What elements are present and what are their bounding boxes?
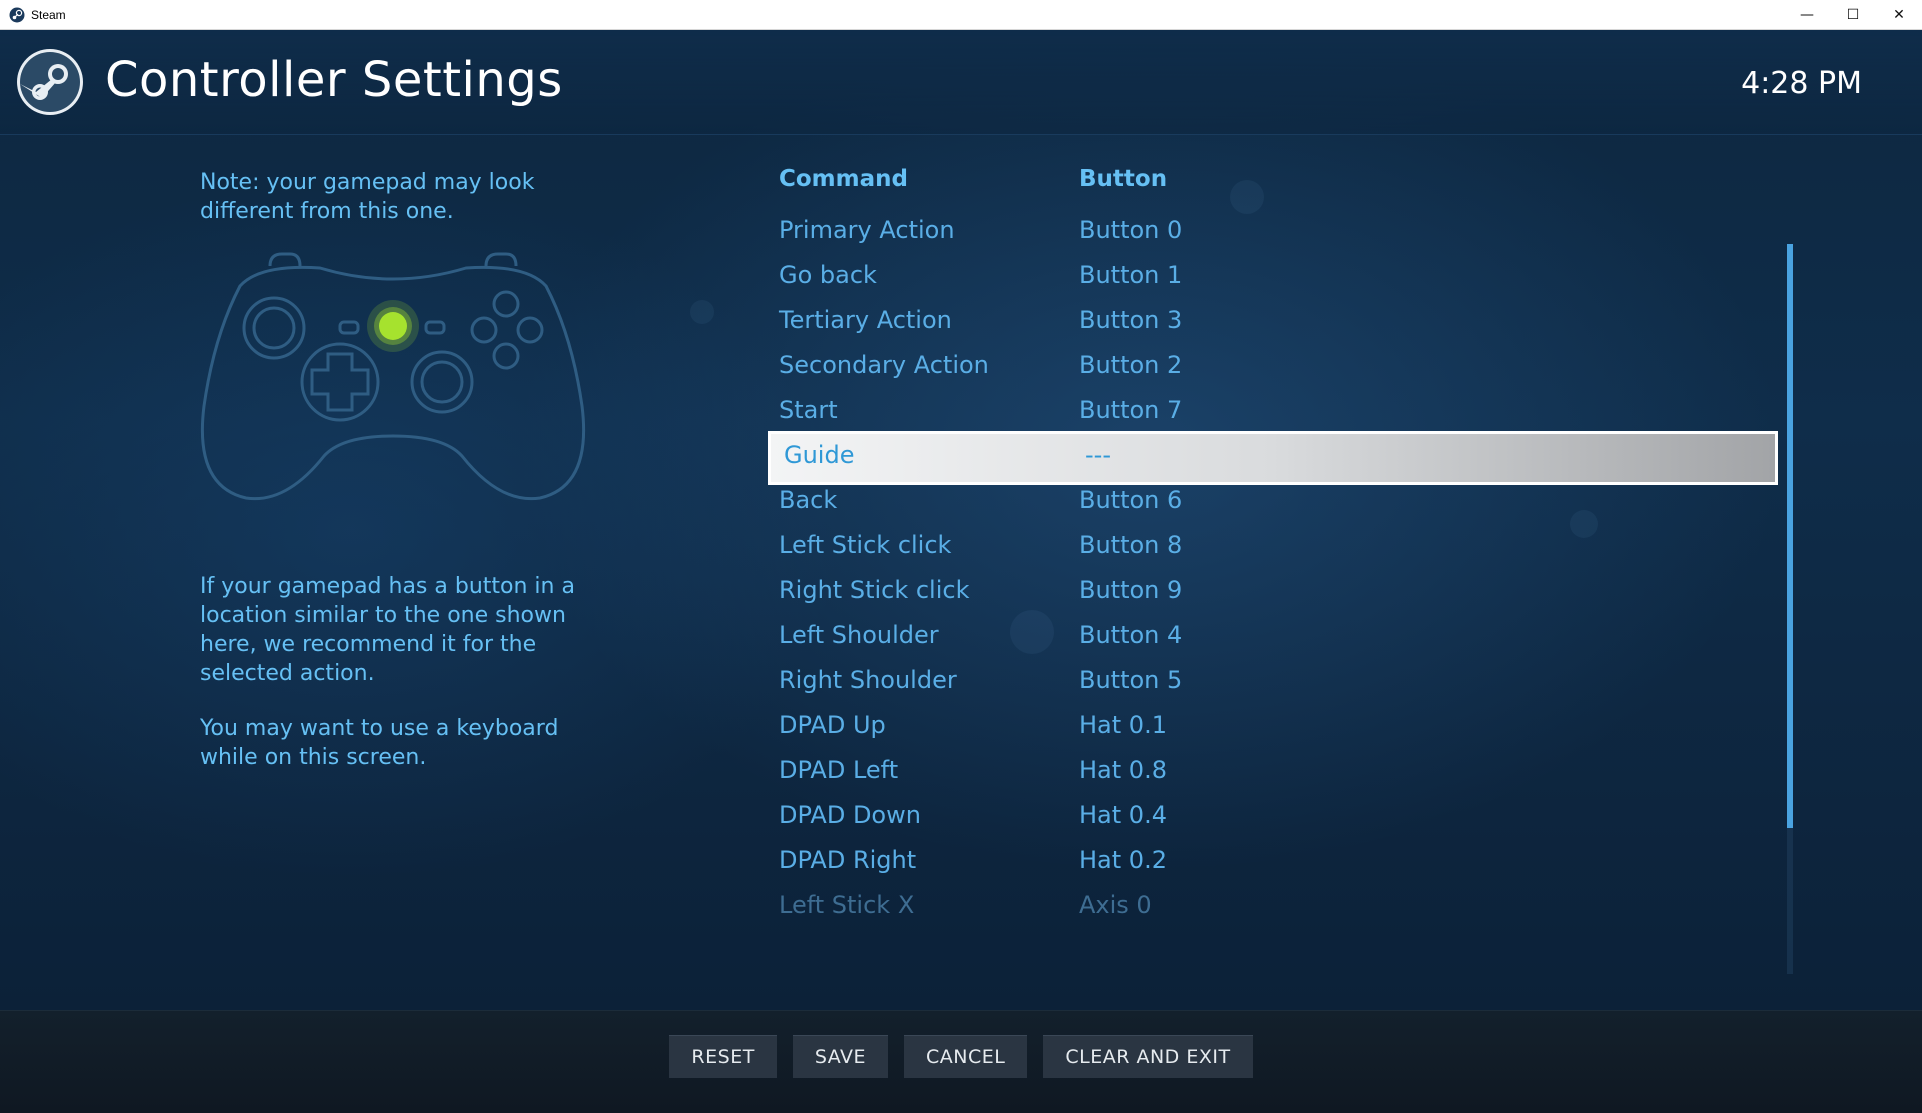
button-value: Hat 0.4	[1079, 801, 1167, 829]
window-controls: — ☐ ✕	[1784, 0, 1922, 30]
command-label: Guide	[784, 441, 855, 469]
command-label: DPAD Left	[779, 756, 899, 784]
button-value: Button 2	[1079, 351, 1183, 379]
command-label: Right Shoulder	[779, 666, 957, 694]
table-row[interactable]: DPAD Left Hat 0.8	[768, 750, 1778, 795]
save-button[interactable]: SAVE	[792, 1035, 889, 1078]
button-value: Button 7	[1079, 396, 1183, 424]
command-label: Left Stick click	[779, 531, 952, 559]
table-row[interactable]: Primary Action Button 0	[768, 210, 1778, 255]
table-row[interactable]: Start Button 7	[768, 390, 1778, 435]
button-value: Button 4	[1079, 621, 1183, 649]
maximize-button[interactable]: ☐	[1830, 0, 1876, 30]
table-row[interactable]: Secondary Action Button 2	[768, 345, 1778, 390]
button-value: Hat 0.2	[1079, 846, 1167, 874]
window-titlebar: Steam — ☐ ✕	[0, 0, 1922, 30]
window-title: Steam	[31, 7, 66, 22]
bokeh-decoration	[690, 300, 714, 324]
steam-small-icon	[9, 7, 25, 22]
table-header: Command Button	[768, 166, 1778, 210]
command-label: DPAD Right	[779, 846, 917, 874]
command-label: Go back	[779, 261, 877, 289]
help-text: If your gamepad has a button in a locati…	[200, 574, 575, 686]
command-label: Tertiary Action	[779, 306, 952, 334]
table-row-selected[interactable]: Guide ---	[768, 431, 1778, 485]
reset-button[interactable]: RESET	[669, 1035, 777, 1078]
table-row[interactable]: Left Shoulder Button 4	[768, 615, 1778, 660]
bindings-list: Primary Action Button 0 Go back Button 1 T…	[768, 210, 1778, 930]
command-label: Left Stick X	[779, 891, 915, 919]
left-panel: Note: your gamepad may look different fr…	[200, 168, 610, 770]
page-title: Controller Settings	[105, 52, 563, 108]
command-label: Back	[779, 486, 838, 514]
main-area: Controller Settings 4:28 PM Note: your g…	[0, 30, 1922, 1010]
scrollbar-thumb[interactable]	[1787, 244, 1793, 828]
button-value: ---	[1085, 441, 1111, 469]
table-row[interactable]: Right Shoulder Button 5	[768, 660, 1778, 705]
button-value: Button 1	[1079, 261, 1183, 289]
button-value: Button 5	[1079, 666, 1183, 694]
cancel-button[interactable]: CANCEL	[904, 1035, 1028, 1078]
table-row[interactable]: DPAD Up Hat 0.1	[768, 705, 1778, 750]
clear-and-exit-button[interactable]: CLEAR AND EXIT	[1043, 1035, 1253, 1078]
button-value: Button 8	[1079, 531, 1183, 559]
command-label: Right Stick click	[779, 576, 970, 604]
command-label: Left Shoulder	[779, 621, 939, 649]
gamepad-note: Note: your gamepad may look different fr…	[200, 170, 535, 224]
button-value: Hat 0.8	[1079, 756, 1167, 784]
table-row[interactable]: DPAD Down Hat 0.4	[768, 795, 1778, 840]
table-row[interactable]: Go back Button 1	[768, 255, 1778, 300]
table-row[interactable]: DPAD Right Hat 0.2	[768, 840, 1778, 885]
minimize-button[interactable]: —	[1784, 0, 1830, 30]
close-button[interactable]: ✕	[1876, 0, 1922, 30]
keyboard-tip: You may want to use a keyboard while on …	[200, 716, 559, 770]
command-label: DPAD Up	[779, 711, 886, 739]
button-value: Button 6	[1079, 486, 1183, 514]
table-row[interactable]: Left Stick click Button 8	[768, 525, 1778, 570]
command-label: Secondary Action	[779, 351, 989, 379]
command-label: Start	[779, 396, 838, 424]
button-value: Button 3	[1079, 306, 1183, 334]
button-value: Button 9	[1079, 576, 1183, 604]
footer-bar: RESET SAVE CANCEL CLEAR AND EXIT	[0, 1010, 1922, 1113]
page-header: Controller Settings 4:28 PM	[0, 30, 1922, 135]
footer-buttons: RESET SAVE CANCEL CLEAR AND EXIT	[0, 1035, 1922, 1078]
steam-logo-icon	[17, 49, 83, 115]
table-row[interactable]: Back Button 6	[768, 480, 1778, 525]
table-row[interactable]: Right Stick click Button 9	[768, 570, 1778, 615]
table-row[interactable]: Tertiary Action Button 3	[768, 300, 1778, 345]
command-label: Primary Action	[779, 216, 955, 244]
button-value: Hat 0.1	[1079, 711, 1167, 739]
table-row[interactable]: Left Stick X Axis 0	[768, 885, 1778, 930]
clock: 4:28 PM	[1741, 66, 1862, 101]
column-header-command: Command	[779, 166, 908, 192]
button-value: Axis 0	[1079, 891, 1152, 919]
button-value: Button 0	[1079, 216, 1183, 244]
bindings-table: Command Button Primary Action Button 0 Go…	[768, 166, 1778, 930]
column-header-button: Button	[1079, 166, 1168, 192]
command-label: DPAD Down	[779, 801, 921, 829]
gamepad-diagram-icon	[200, 252, 586, 501]
